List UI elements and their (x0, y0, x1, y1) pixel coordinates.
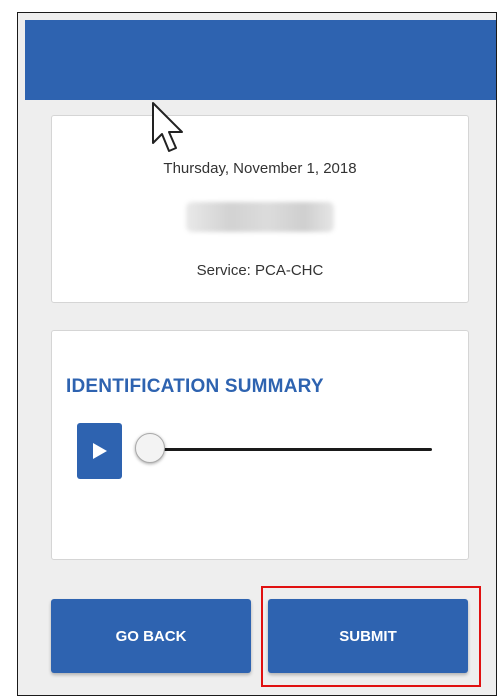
audio-progress-track[interactable] (152, 448, 432, 451)
audio-progress-thumb[interactable] (135, 433, 165, 463)
play-icon (92, 443, 107, 459)
visit-info-card: Thursday, November 1, 2018 Service: PCA-… (51, 115, 469, 303)
play-button[interactable] (77, 423, 122, 479)
app-frame: Thursday, November 1, 2018 Service: PCA-… (17, 12, 497, 696)
visit-date: Thursday, November 1, 2018 (163, 160, 357, 177)
header-bar (25, 20, 496, 100)
go-back-button[interactable]: GO BACK (51, 599, 251, 673)
service-label: Service: PCA-CHC (196, 262, 324, 279)
submit-button[interactable]: SUBMIT (268, 599, 468, 673)
redacted-client-name (186, 202, 334, 232)
audio-card: IDENTIFICATION SUMMARY (51, 330, 469, 560)
audio-title: IDENTIFICATION SUMMARY (66, 376, 324, 397)
